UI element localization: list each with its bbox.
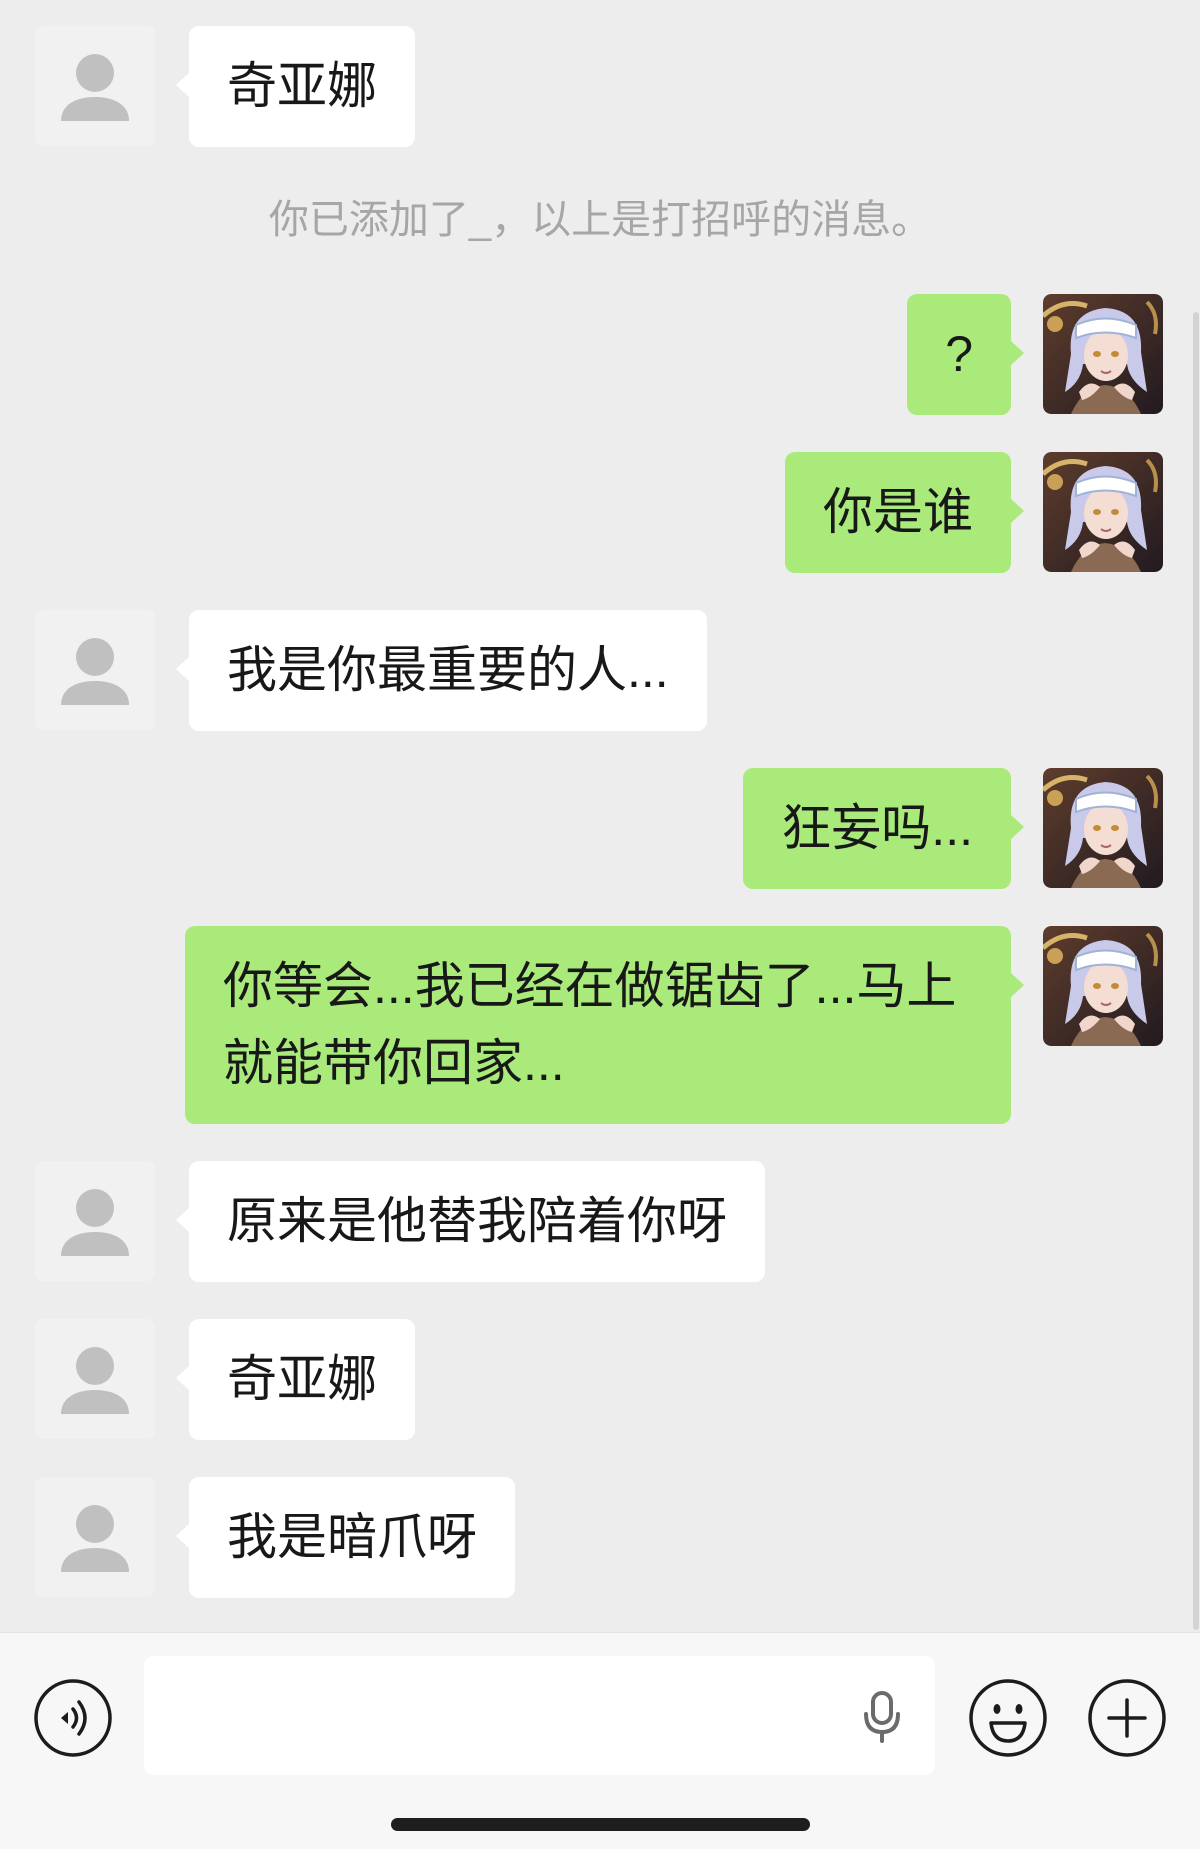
outgoing-message-bubble[interactable]: ?: [907, 294, 1024, 415]
default-avatar-icon: [35, 1477, 155, 1597]
emoji-icon: [969, 1679, 1047, 1757]
default-avatar-icon: [35, 26, 155, 146]
chat-screen: 奇亚娜 你已添加了_，以上是打招呼的消息。 ? 你是谁 我是你最重要的人... …: [0, 0, 1200, 1849]
incoming-message-row: 原来是他替我陪着你呀: [0, 1161, 1200, 1282]
message-input[interactable]: [144, 1656, 935, 1775]
microphone-icon[interactable]: [861, 1690, 903, 1744]
incoming-message-row: 我是暗爪呀: [0, 1477, 1200, 1598]
voice-button[interactable]: [33, 1678, 113, 1758]
default-avatar-icon: [35, 1161, 155, 1281]
outgoing-message-row: 你等会...我已经在做锯齿了...马上就能带你回家...: [0, 926, 1200, 1124]
my-avatar[interactable]: [1043, 926, 1163, 1046]
anime-portrait-avatar: [1043, 452, 1163, 572]
outgoing-message-bubble[interactable]: 你是谁: [785, 452, 1024, 573]
home-indicator[interactable]: [391, 1818, 810, 1831]
anime-portrait-avatar: [1043, 294, 1163, 414]
anime-portrait-avatar: [1043, 768, 1163, 888]
plus-icon: [1088, 1679, 1166, 1757]
scrollbar[interactable]: [1193, 312, 1199, 1630]
anime-portrait-avatar: [1043, 926, 1163, 1046]
contact-avatar[interactable]: [35, 610, 155, 730]
incoming-message-row: 我是你最重要的人...: [0, 610, 1200, 731]
system-message: 你已添加了_，以上是打招呼的消息。: [268, 198, 932, 242]
incoming-message-row: 奇亚娜: [0, 1319, 1200, 1440]
my-avatar[interactable]: [1043, 294, 1163, 414]
incoming-message-row: 奇亚娜: [0, 26, 1200, 147]
incoming-message-bubble[interactable]: 原来是他替我陪着你呀: [176, 1161, 765, 1282]
outgoing-message-row: ?: [0, 294, 1200, 415]
outgoing-message-row: 你是谁: [0, 452, 1200, 573]
contact-avatar[interactable]: [35, 26, 155, 146]
input-bar: [0, 1632, 1200, 1849]
contact-avatar[interactable]: [35, 1161, 155, 1281]
incoming-message-bubble[interactable]: 我是暗爪呀: [176, 1477, 515, 1598]
my-avatar[interactable]: [1043, 768, 1163, 888]
contact-avatar[interactable]: [35, 1477, 155, 1597]
outgoing-message-row: 狂妄吗...: [0, 768, 1200, 889]
incoming-message-bubble[interactable]: 我是你最重要的人...: [176, 610, 707, 731]
incoming-message-bubble[interactable]: 奇亚娜: [176, 1319, 415, 1440]
my-avatar[interactable]: [1043, 452, 1163, 572]
voice-icon: [34, 1679, 112, 1757]
outgoing-message-bubble[interactable]: 狂妄吗...: [743, 768, 1024, 889]
default-avatar-icon: [35, 1319, 155, 1439]
contact-avatar[interactable]: [35, 1319, 155, 1439]
message-list[interactable]: 奇亚娜 你已添加了_，以上是打招呼的消息。 ? 你是谁 我是你最重要的人... …: [0, 0, 1200, 1632]
more-button[interactable]: [1087, 1678, 1167, 1758]
outgoing-message-bubble[interactable]: 你等会...我已经在做锯齿了...马上就能带你回家...: [185, 926, 1024, 1124]
emoji-button[interactable]: [968, 1678, 1048, 1758]
default-avatar-icon: [35, 610, 155, 730]
incoming-message-bubble[interactable]: 奇亚娜: [176, 26, 415, 147]
